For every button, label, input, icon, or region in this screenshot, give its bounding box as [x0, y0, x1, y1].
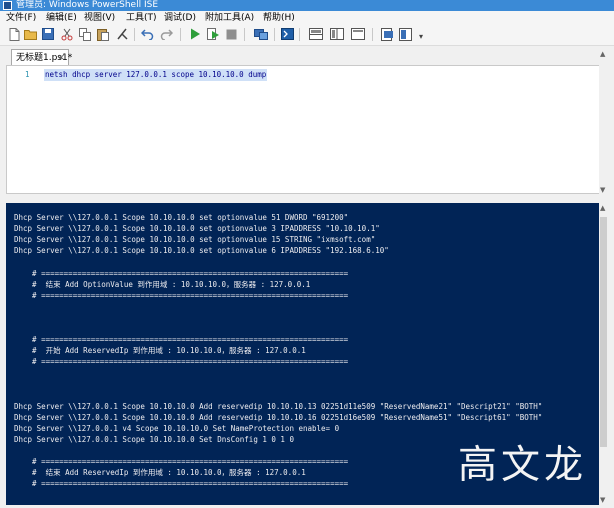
menu-help[interactable]: 帮助(H): [263, 11, 295, 25]
open-folder-icon[interactable]: [24, 27, 38, 41]
scroll-down-arrow-icon[interactable]: ▼: [600, 186, 605, 194]
undo-icon[interactable]: [140, 27, 154, 41]
layout-script-top-icon[interactable]: [309, 27, 323, 41]
scroll-up-arrow-icon[interactable]: ▲: [600, 50, 605, 58]
menu-tools[interactable]: 工具(T): [126, 11, 157, 25]
console-line: # 开始 Add ReservedIp 到作用域 : 10.10.10.0，服务…: [14, 346, 306, 356]
console-line: # ======================================…: [14, 479, 349, 489]
console-line: Dhcp Server \\127.0.0.1 Scope 10.10.10.0…: [14, 435, 294, 444]
powershell-ise-window: 管理员: Windows PowerShell ISE 文件(F) 编辑(E) …: [0, 0, 614, 508]
scroll-down-arrow-icon[interactable]: ▼: [600, 496, 605, 504]
toolbar-separator: [299, 28, 300, 41]
save-icon[interactable]: [41, 27, 55, 41]
redo-icon[interactable]: [159, 27, 173, 41]
show-commands-icon[interactable]: [380, 27, 394, 41]
layout-script-max-icon[interactable]: [351, 27, 365, 41]
toolbar-overflow-icon[interactable]: ▾: [414, 30, 428, 44]
console-line: # 结束 Add OptionValue 到作用域 : 10.10.10.0，服…: [14, 279, 311, 289]
script-editor[interactable]: 1 netsh dhcp server 127.0.0.1 scope 10.1…: [6, 65, 602, 194]
menu-file[interactable]: 文件(F): [6, 11, 36, 25]
console-line: # ======================================…: [14, 335, 349, 345]
console-line: # ======================================…: [14, 268, 349, 278]
clear-icon[interactable]: [115, 27, 129, 41]
menu-view[interactable]: 视图(V): [84, 11, 115, 25]
new-file-icon[interactable]: [7, 27, 21, 41]
console-line: Dhcp Server \\127.0.0.1 Scope 10.10.10.0…: [14, 401, 543, 411]
toolbar-separator: [244, 28, 245, 41]
toolbar-separator: [372, 28, 373, 41]
console-line: # 结束 Add ReservedIp 到作用域 : 10.10.10.0，服务…: [14, 468, 306, 478]
console-line: Dhcp Server \\127.0.0.1 Scope 10.10.10.0…: [14, 412, 543, 422]
console-line: # ======================================…: [14, 457, 349, 467]
copy-icon[interactable]: [78, 27, 92, 41]
toolbar: ▾: [0, 25, 614, 46]
watermark-text: 高文龙: [458, 443, 588, 488]
console-line: Dhcp Server \\127.0.0.1 v4 Scope 10.10.1…: [14, 423, 340, 433]
toolbar-separator: [180, 28, 181, 41]
window-title: 管理员: Windows PowerShell ISE: [16, 0, 159, 10]
powershell-console-icon[interactable]: [280, 27, 294, 41]
cut-icon[interactable]: [60, 27, 74, 41]
paste-icon[interactable]: [96, 27, 110, 41]
console-line: Dhcp Server \\127.0.0.1 Scope 10.10.10.0…: [14, 213, 349, 222]
toolbar-separator: [274, 28, 275, 41]
powershell-app-icon: [3, 1, 12, 10]
console-line: Dhcp Server \\127.0.0.1 Scope 10.10.10.0…: [14, 224, 380, 234]
menu-addons[interactable]: 附加工具(A): [205, 11, 254, 25]
console-line: Dhcp Server \\127.0.0.1 Scope 10.10.10.0…: [14, 235, 376, 245]
show-addon-icon[interactable]: [398, 27, 412, 41]
title-bar[interactable]: 管理员: Windows PowerShell ISE: [0, 0, 614, 11]
layout-script-right-icon[interactable]: [330, 27, 344, 41]
menu-bar: 文件(F) 编辑(E) 视图(V) 工具(T) 调试(D) 附加工具(A) 帮助…: [0, 11, 614, 25]
run-selection-icon[interactable]: [206, 27, 220, 41]
remote-tab-icon[interactable]: [254, 27, 268, 41]
line-number: 1: [25, 70, 30, 79]
menu-edit[interactable]: 编辑(E): [46, 11, 77, 25]
scrollbar-thumb[interactable]: [600, 217, 607, 447]
console-line: # ======================================…: [14, 290, 349, 300]
scroll-up-arrow-icon[interactable]: ▲: [600, 204, 605, 212]
run-script-icon[interactable]: [188, 27, 202, 41]
menu-debug[interactable]: 调试(D): [164, 11, 196, 25]
console-scrollbar[interactable]: ▲ ▼: [599, 203, 609, 505]
console-line: # ======================================…: [14, 357, 349, 367]
tab-untitled-script[interactable]: 无标题1.ps1* ×: [11, 49, 72, 66]
stop-icon[interactable]: [224, 27, 238, 41]
toolbar-separator: [134, 28, 135, 41]
script-pane: 无标题1.ps1* × 1 netsh dhcp server 127.0.0.…: [6, 49, 602, 194]
editor-scrollbar[interactable]: ▲ ▼: [599, 49, 609, 195]
console-line: Dhcp Server \\127.0.0.1 Scope 10.10.10.0…: [14, 246, 389, 256]
code-line-selected[interactable]: netsh dhcp server 127.0.0.1 scope 10.10.…: [44, 69, 268, 81]
